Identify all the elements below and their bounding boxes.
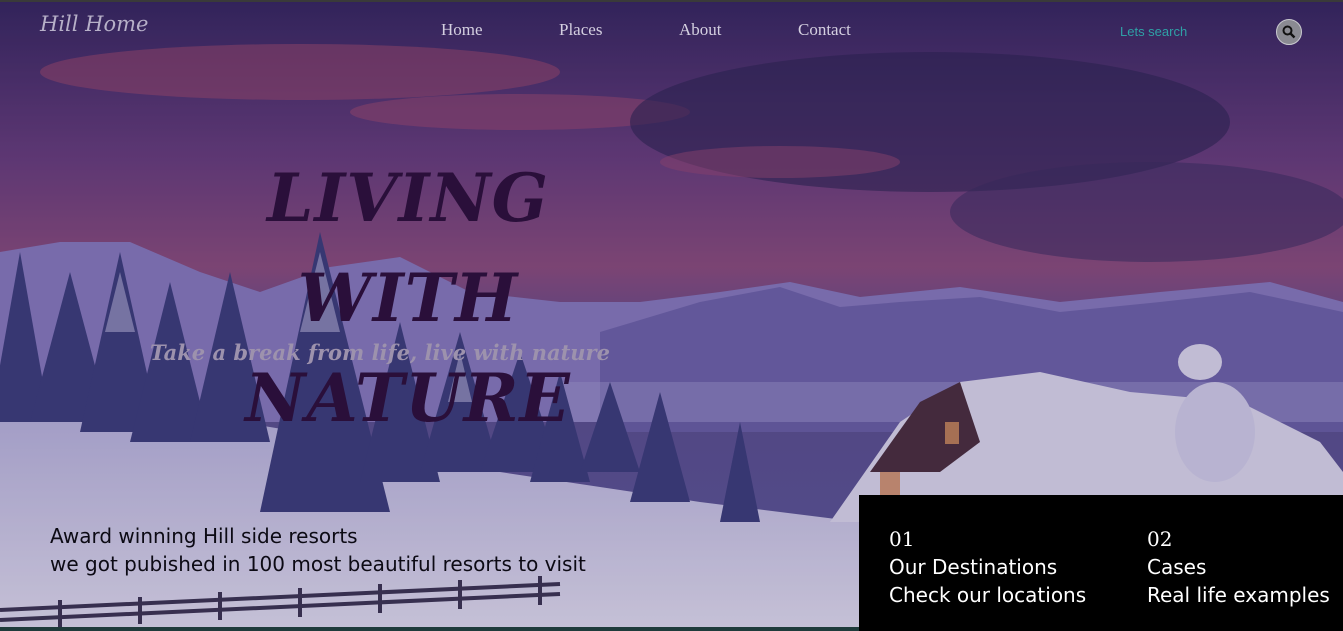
brand-logo[interactable]: Hill Home xyxy=(40,12,148,36)
card-subtitle: Check our locations xyxy=(889,583,1087,607)
award-text: Award winning Hill side resorts we got p… xyxy=(50,522,586,578)
card-number: 01 xyxy=(889,527,915,551)
hero-headline: LIVING WITH NATURE xyxy=(148,148,668,448)
nav-places[interactable]: Places xyxy=(559,20,602,40)
card-title: Cases xyxy=(1147,555,1207,579)
hero-tagline: Take a break from life, live with nature xyxy=(150,340,610,365)
search-button[interactable] xyxy=(1276,19,1302,45)
card-cases[interactable]: 02 Cases Real life examples xyxy=(1147,525,1330,609)
nav-home[interactable]: Home xyxy=(441,20,483,40)
nav-contact[interactable]: Contact xyxy=(798,20,851,40)
card-number: 02 xyxy=(1147,527,1173,551)
info-panel: 01 Our Destinations Check our locations … xyxy=(859,495,1343,631)
headline-line1: LIVING WITH xyxy=(266,159,550,337)
bottom-strip xyxy=(0,627,859,631)
award-line1: Award winning Hill side resorts xyxy=(50,524,358,548)
card-subtitle: Real life examples xyxy=(1147,583,1330,607)
search-input[interactable]: Lets search xyxy=(1120,24,1187,39)
nav-about[interactable]: About xyxy=(679,20,722,40)
card-destinations[interactable]: 01 Our Destinations Check our locations xyxy=(889,525,1086,609)
card-title: Our Destinations xyxy=(889,555,1058,579)
search-icon xyxy=(1282,25,1296,39)
award-line2: we got pubished in 100 most beautiful re… xyxy=(50,552,586,576)
